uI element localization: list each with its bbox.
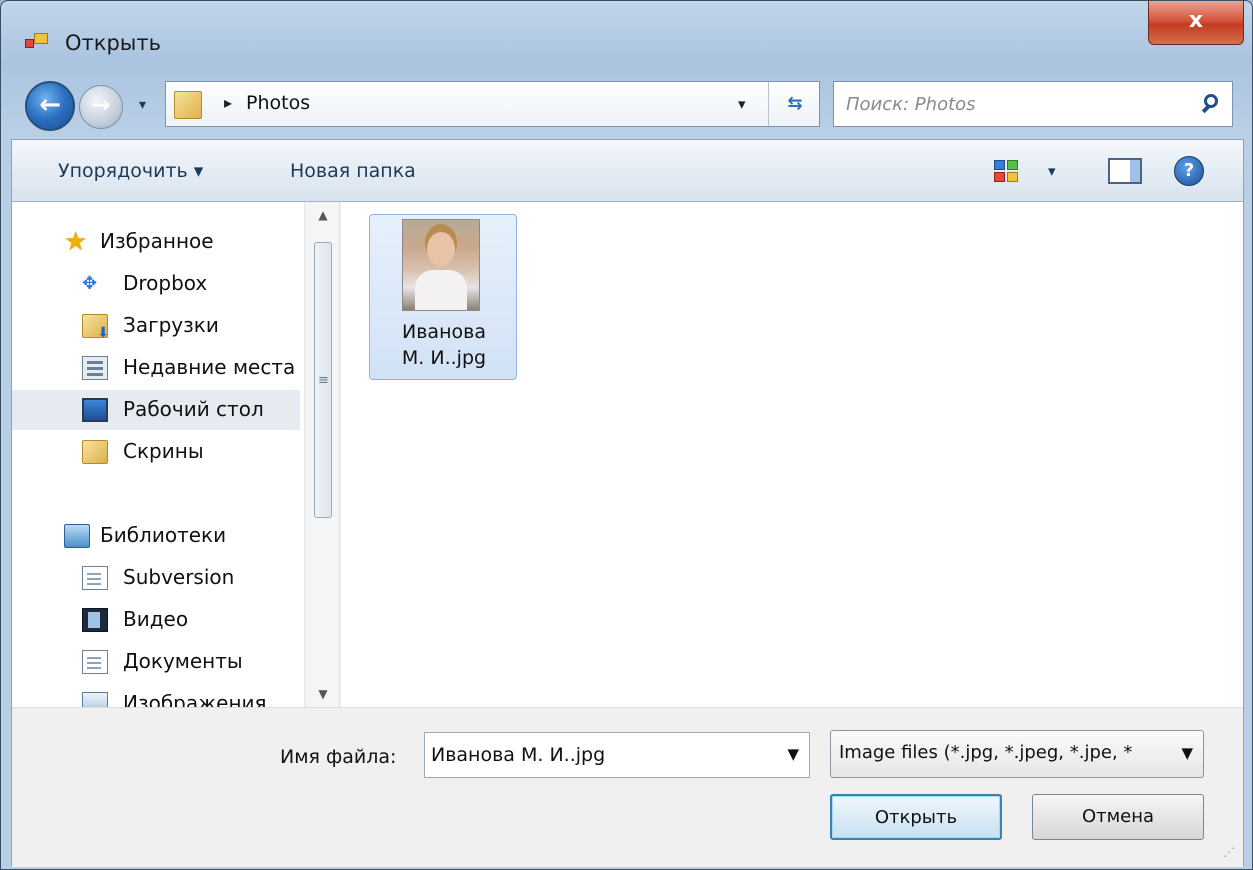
documents-icon	[82, 650, 108, 674]
view-options-dropdown[interactable]: ▾	[1048, 162, 1056, 180]
file-name-line: Иванова	[402, 321, 486, 343]
grip-icon: ≡	[318, 373, 329, 388]
sidebar-group-libraries[interactable]: Библиотеки	[12, 516, 300, 556]
breadcrumb-photos[interactable]: Photos	[246, 92, 310, 114]
filename-label: Имя файла:	[280, 746, 397, 768]
change-view-icon[interactable]	[994, 160, 1018, 182]
sidebar-item-recent-places[interactable]: Недавние места	[12, 348, 300, 388]
video-icon	[82, 608, 108, 632]
sidebar-item-pictures[interactable]: Изображения	[12, 684, 300, 707]
open-button[interactable]: Открыть	[830, 794, 1002, 840]
command-toolbar: Упорядочить ▾ Новая папка ▾ ?	[12, 140, 1243, 202]
sidebar-item-label: Недавние места	[123, 355, 296, 379]
search-input[interactable]	[846, 90, 1186, 118]
navigation-bar: ← → ▾ ▸ Photos ▾ ⇆	[1, 75, 1252, 133]
scroll-up-icon[interactable]: ▲	[305, 202, 339, 228]
organize-menu-button[interactable]: Упорядочить ▾	[58, 160, 203, 182]
filename-input[interactable]	[431, 741, 761, 769]
sidebar-group-label: Избранное	[100, 229, 214, 253]
sidebar-group-label: Библиотеки	[100, 523, 227, 547]
file-type-value: Image files (*.jpg, *.jpeg, *.jpe, *	[839, 742, 1133, 763]
sidebar-item-subversion[interactable]: Subversion	[12, 558, 300, 598]
filename-combobox[interactable]: ▼	[424, 732, 810, 778]
file-type-select[interactable]: Image files (*.jpg, *.jpeg, *.jpe, * ▼	[830, 730, 1204, 778]
chevron-down-icon[interactable]: ▼	[787, 745, 799, 763]
pictures-icon	[82, 692, 108, 707]
sidebar-item-label: Dropbox	[123, 271, 208, 295]
file-name: Иванова М. И..jpg	[370, 319, 518, 371]
sidebar-scrollbar[interactable]: ▲ ≡ ▼	[304, 202, 339, 707]
sidebar-item-label: Рабочий стол	[123, 397, 264, 421]
new-folder-button[interactable]: Новая папка	[290, 160, 416, 182]
address-dropdown-button[interactable]: ▾	[738, 95, 746, 113]
sidebar-item-label: Изображения	[123, 691, 267, 707]
close-button[interactable]: x	[1148, 1, 1244, 45]
libraries-icon	[64, 524, 90, 548]
breadcrumb-separator-icon[interactable]: ▸	[224, 93, 232, 112]
photo-thumbnail	[402, 219, 480, 311]
sidebar-item-desktop[interactable]: Рабочий стол	[12, 390, 300, 430]
folder-icon	[82, 440, 108, 464]
back-button[interactable]: ←	[25, 81, 75, 131]
recent-places-icon	[82, 356, 108, 380]
app-icon	[25, 31, 49, 53]
sidebar-item-dropbox[interactable]: ✥ Dropbox	[12, 264, 300, 304]
scroll-thumb[interactable]: ≡	[314, 242, 332, 518]
navigation-pane: ★ Избранное ✥ Dropbox Загрузки Недавние …	[12, 202, 340, 707]
refresh-button[interactable]: ⇆	[768, 82, 821, 126]
desktop-icon	[82, 398, 108, 422]
sidebar-item-label: Видео	[123, 607, 189, 631]
sidebar-item-documents[interactable]: Документы	[12, 642, 300, 682]
sidebar-item-label: Документы	[123, 649, 243, 673]
file-list-view[interactable]: Иванова М. И..jpg	[341, 202, 1243, 707]
sidebar-item-downloads[interactable]: Загрузки	[12, 306, 300, 346]
sidebar-group-favorites[interactable]: ★ Избранное	[12, 222, 300, 262]
downloads-folder-icon	[82, 314, 109, 341]
dialog-footer: Имя файла: ▼ Image files (*.jpg, *.jpeg,…	[12, 707, 1243, 867]
resize-grip-icon[interactable]: ⋰	[1223, 845, 1235, 859]
sidebar-item-video[interactable]: Видео	[12, 600, 300, 640]
sidebar-item-label: Subversion	[123, 565, 235, 589]
open-file-dialog: Открыть x ← → ▾ ▸ Photos ▾ ⇆ Упорядочить…	[0, 0, 1253, 870]
preview-pane-icon[interactable]	[1108, 158, 1142, 184]
search-icon[interactable]	[1198, 92, 1222, 116]
document-icon	[82, 566, 108, 590]
sidebar-item-screenshots[interactable]: Скрины	[12, 432, 300, 472]
address-bar[interactable]: ▸ Photos ▾ ⇆	[165, 81, 820, 127]
sidebar-item-label: Загрузки	[123, 313, 219, 337]
file-item[interactable]: Иванова М. И..jpg	[369, 214, 517, 380]
cancel-button[interactable]: Отмена	[1032, 794, 1204, 840]
scroll-down-icon[interactable]: ▼	[305, 681, 339, 707]
file-name-line: М. И..jpg	[401, 347, 487, 369]
folder-icon	[174, 91, 202, 119]
chevron-down-icon[interactable]: ▼	[1181, 744, 1193, 762]
sidebar-item-label: Скрины	[123, 439, 204, 463]
search-box[interactable]	[833, 81, 1233, 127]
forward-button[interactable]: →	[79, 85, 123, 129]
recent-locations-dropdown[interactable]: ▾	[139, 97, 146, 113]
window-title: Открыть	[65, 31, 161, 55]
help-icon[interactable]: ?	[1174, 156, 1204, 186]
dialog-content: Упорядочить ▾ Новая папка ▾ ? ★ Избранно…	[11, 139, 1244, 867]
dropbox-icon: ✥	[82, 273, 98, 294]
title-bar: Открыть x	[1, 1, 1252, 71]
star-icon: ★	[64, 227, 88, 257]
